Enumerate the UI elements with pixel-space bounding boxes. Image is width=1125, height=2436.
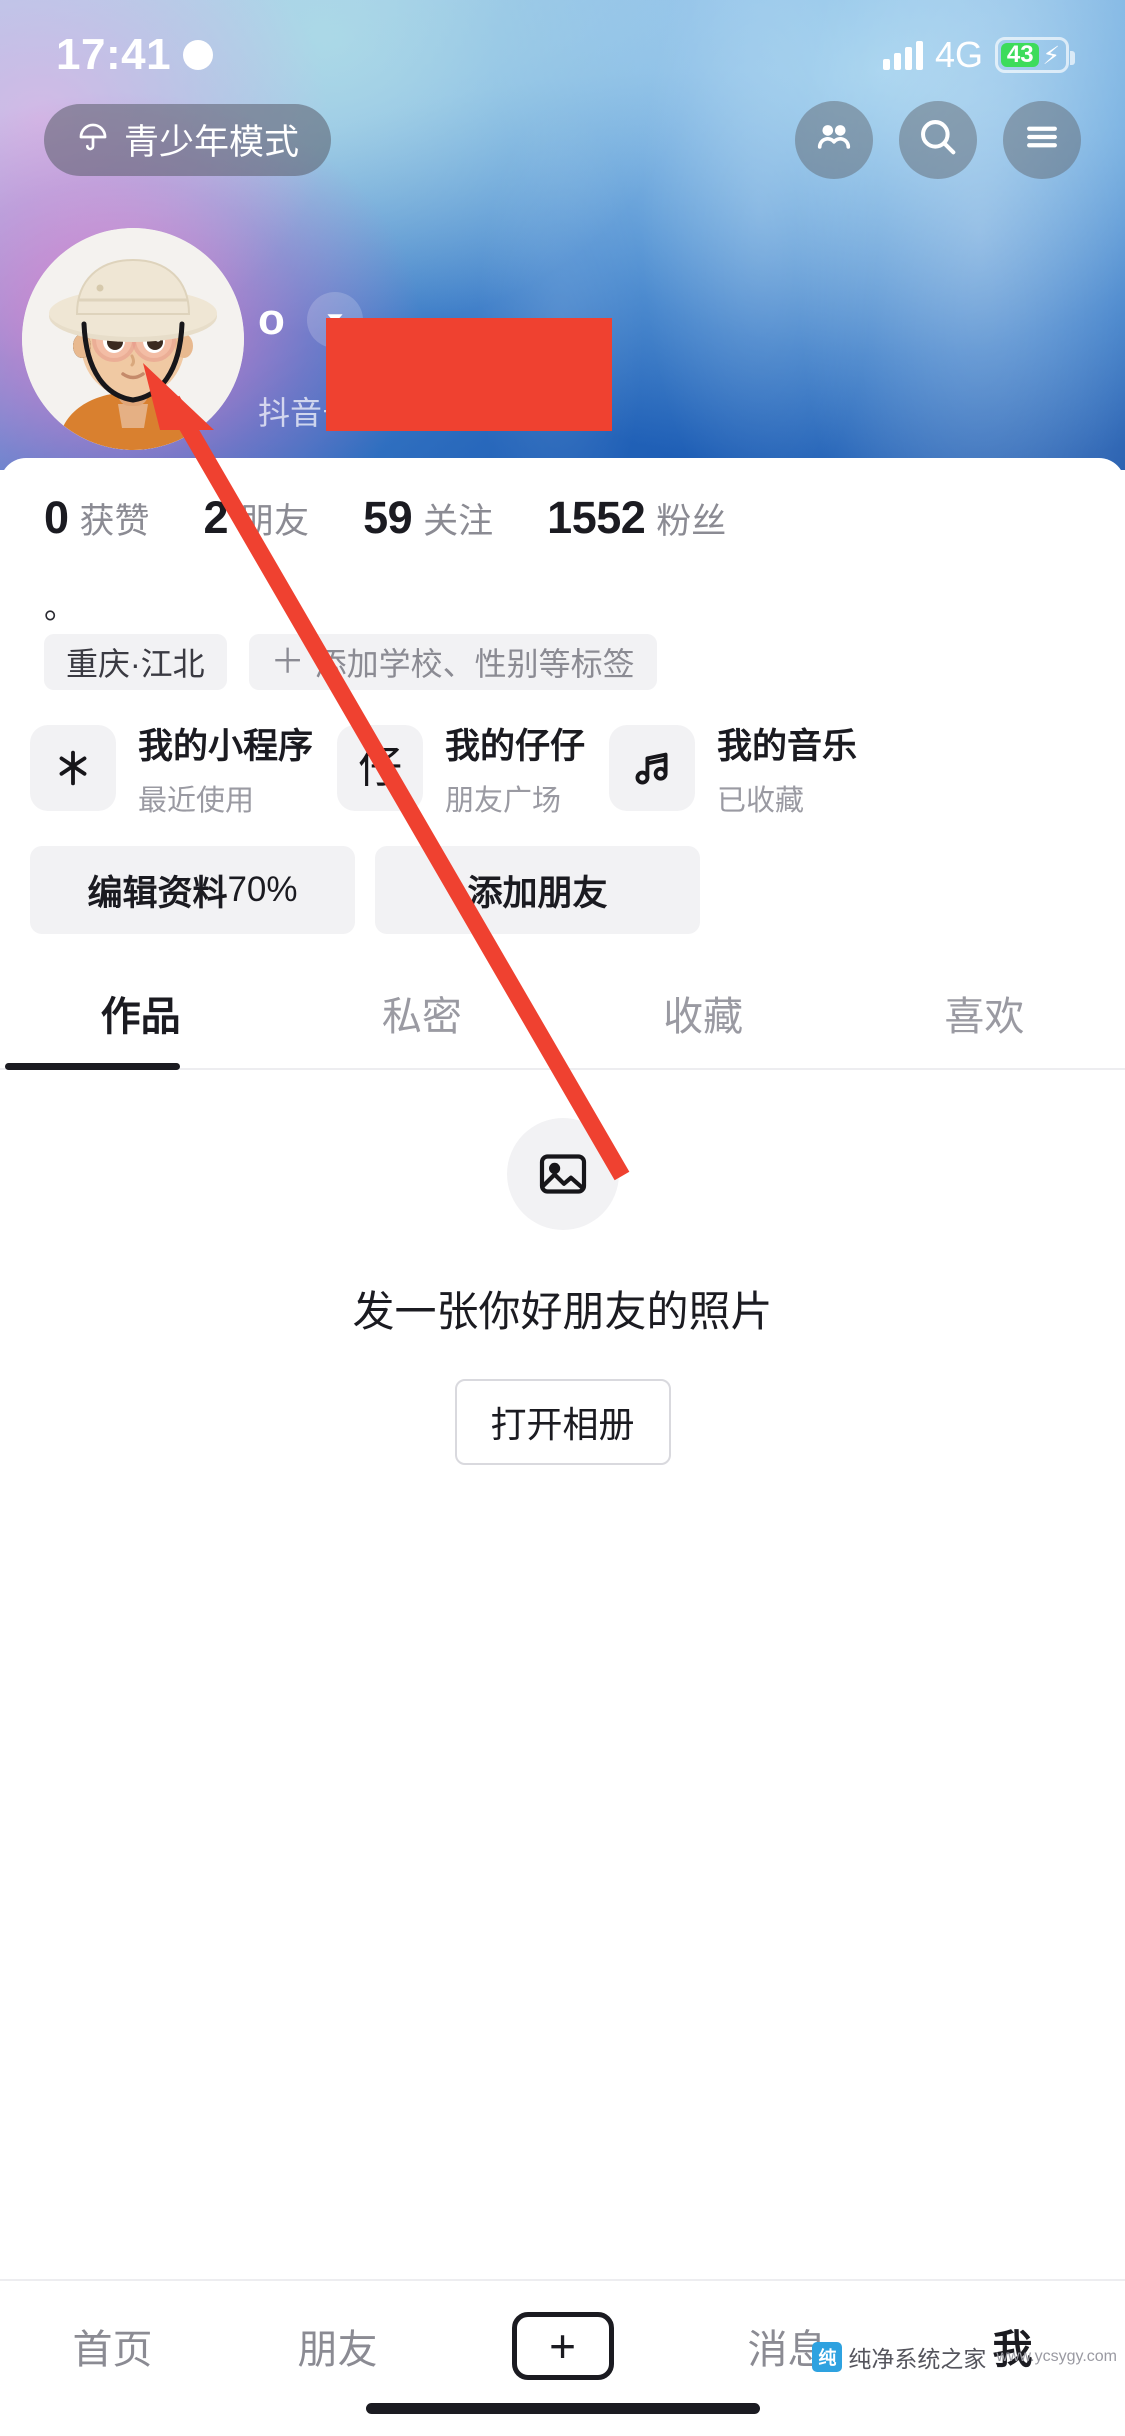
nav-label: + [549, 2320, 576, 2372]
signal-strength-icon [882, 40, 923, 70]
open-album-label: 打开相册 [490, 1404, 635, 1445]
tab-likes[interactable]: 喜欢 [844, 958, 1125, 1068]
tab-private[interactable]: 私密 [281, 958, 562, 1068]
add-friend-label: 添加朋友 [467, 873, 608, 913]
stat-likes[interactable]: 0 获赞 [44, 492, 150, 544]
edit-profile-label: 编辑资料 [87, 873, 228, 913]
teen-mode-label: 青少年模式 [124, 123, 300, 162]
battery-fill: 43 [1001, 41, 1040, 68]
empty-state: 发一张你好朋友的照片 打开相册 [0, 1118, 1125, 1465]
entry-card-miniprogram[interactable]: 我的小程序 最近使用 [30, 714, 313, 822]
tag-label: 重庆·江北 [66, 646, 205, 682]
search-icon [915, 114, 961, 165]
entry-card-subtitle: 最近使用 [138, 784, 255, 817]
tab-label: 作品 [100, 995, 181, 1039]
topbar-icon-group [795, 100, 1081, 179]
plus-icon: ＋ [270, 643, 305, 681]
nav-friends[interactable]: 朋友 [225, 2303, 450, 2389]
watermark: 纯 纯净系统之家 www.ycsygy.com [812, 2340, 1117, 2374]
tab-label: 私密 [381, 995, 462, 1039]
stat-value: 59 [363, 492, 413, 543]
tag-location[interactable]: 重庆·江北 [44, 634, 227, 690]
nav-home[interactable]: 首页 [0, 2303, 225, 2389]
entry-card-subtitle: 已收藏 [717, 784, 805, 817]
status-time: 17:41 [56, 30, 172, 79]
search-button[interactable] [899, 100, 977, 179]
open-album-button[interactable]: 打开相册 [454, 1379, 671, 1465]
stat-following[interactable]: 59 关注 [363, 492, 493, 544]
username-label: o [258, 295, 285, 344]
friends-icon [812, 115, 856, 164]
photo-icon [506, 1118, 619, 1230]
friends-button[interactable] [795, 100, 873, 179]
content-tabs: 作品 私密 收藏 喜欢 [0, 958, 1125, 1068]
profile-content-sheet: 0 获赞 2 朋友 59 关注 1552 粉丝 。 重庆·江北 ＋ 添加学校、性… [0, 458, 1125, 2436]
entry-card-title: 我的音乐 [717, 726, 858, 766]
watermark-url: www.ycsygy.com [996, 2348, 1117, 2365]
menu-icon [1020, 115, 1064, 164]
entry-card-title: 我的小程序 [138, 726, 314, 766]
tab-favorites[interactable]: 收藏 [563, 958, 844, 1068]
nav-label: 首页 [72, 2328, 153, 2372]
plus-icon: + [511, 2312, 614, 2380]
menu-button[interactable] [1003, 100, 1081, 179]
edit-profile-button[interactable]: 编辑资料 70% [30, 846, 355, 934]
entry-card-row: 我的小程序 最近使用 仔 我的仔仔 朋友广场 我的音乐 已收藏 [30, 714, 857, 822]
status-bar-left: 17:41 [56, 30, 214, 80]
battery-icon: 43 ⚡ [995, 37, 1075, 73]
tab-works[interactable]: 作品 [0, 958, 281, 1068]
tag-label: 添加学校、性别等标签 [314, 646, 635, 682]
teen-mode-button[interactable]: 青少年模式 [44, 103, 332, 176]
entry-card-zaizai[interactable]: 仔 我的仔仔 朋友广场 [337, 714, 585, 822]
profile-action-buttons: 编辑资料 70% 添加朋友 [30, 846, 700, 934]
tab-label: 收藏 [663, 995, 744, 1039]
charging-bolt-icon: ⚡ [1042, 42, 1060, 70]
zaizai-icon: 仔 [337, 725, 424, 811]
stat-value: 2 [203, 492, 229, 543]
stat-value: 1552 [547, 492, 646, 543]
avatar[interactable] [22, 228, 244, 450]
watermark-text: 纯净系统之家 [848, 2346, 987, 2372]
umbrella-icon [76, 120, 110, 159]
empty-state-message: 发一张你好朋友的照片 [352, 1288, 773, 1335]
home-indicator [365, 2403, 760, 2414]
stat-label: 获赞 [79, 502, 150, 541]
entry-card-text: 我的小程序 最近使用 [138, 718, 313, 819]
tab-label: 喜欢 [944, 995, 1025, 1039]
crescent-moon-icon [183, 40, 214, 70]
active-tab-underline [5, 1063, 180, 1070]
entry-card-text: 我的音乐 已收藏 [717, 718, 857, 819]
edit-profile-percent: 70% [227, 870, 298, 909]
douyin-logo-icon [30, 725, 116, 811]
entry-card-text: 我的仔仔 朋友广场 [445, 718, 585, 819]
stat-value: 0 [44, 492, 69, 543]
stat-label: 粉丝 [656, 502, 727, 541]
nav-label: 朋友 [297, 2328, 378, 2372]
stat-followers[interactable]: 1552 粉丝 [547, 492, 726, 544]
tag-add-info[interactable]: ＋ 添加学校、性别等标签 [248, 634, 657, 690]
add-friend-button[interactable]: 添加朋友 [375, 846, 700, 934]
battery-percent-label: 43 [1006, 41, 1034, 68]
profile-topbar: 青少年模式 [0, 92, 1125, 187]
redaction-box [326, 318, 612, 431]
profile-bio[interactable]: 。 [44, 588, 76, 626]
profile-stats: 0 获赞 2 朋友 59 关注 1552 粉丝 [44, 492, 726, 544]
music-note-icon [609, 725, 696, 811]
stat-label: 关注 [423, 502, 494, 541]
stat-label: 朋友 [239, 502, 310, 541]
watermark-badge: 纯 [812, 2342, 843, 2372]
nav-create-button[interactable]: + [450, 2303, 675, 2389]
stat-friends[interactable]: 2 朋友 [204, 492, 310, 544]
status-bar-right: 4G 43 ⚡ [882, 34, 1075, 76]
profile-tags: 重庆·江北 ＋ 添加学校、性别等标签 [44, 634, 657, 690]
network-type-label: 4G [934, 34, 983, 75]
entry-card-subtitle: 朋友广场 [445, 784, 562, 817]
entry-card-music[interactable]: 我的音乐 已收藏 [609, 714, 857, 822]
avatar-illustration [22, 228, 244, 450]
entry-card-title: 我的仔仔 [445, 726, 586, 766]
